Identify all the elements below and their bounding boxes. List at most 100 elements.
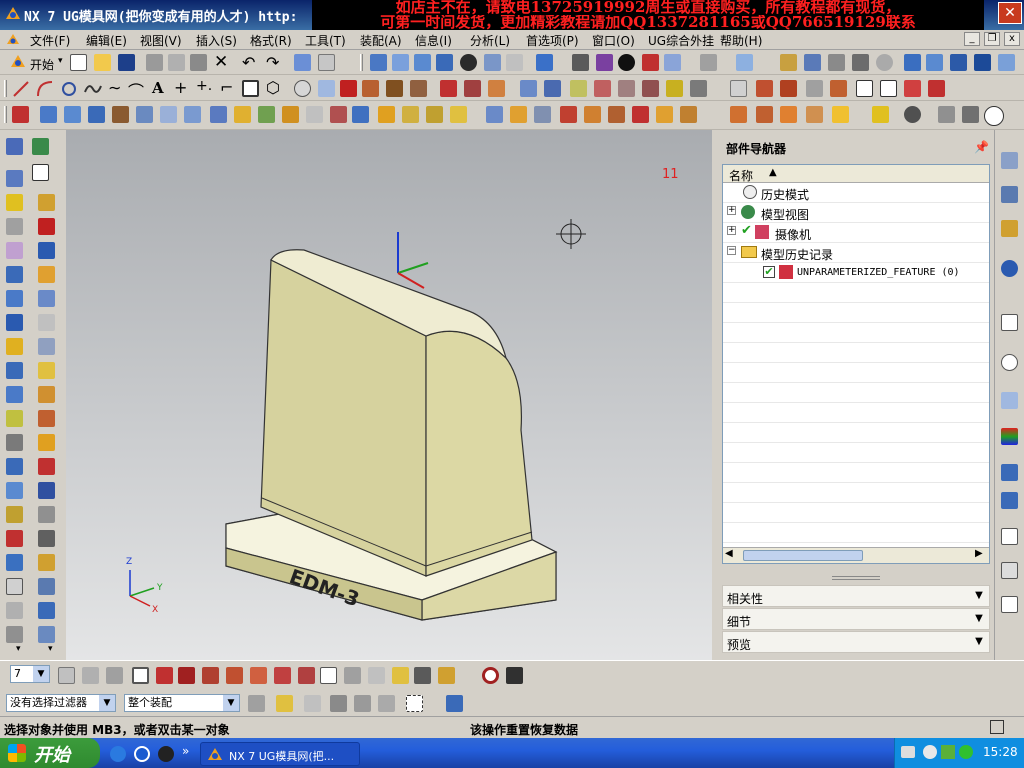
perspective-icon[interactable]: [484, 54, 501, 71]
layer-icon[interactable]: [618, 54, 635, 71]
mirror-feature-icon[interactable]: [510, 106, 527, 123]
through-curves-icon[interactable]: [6, 266, 23, 283]
save-icon[interactable]: [118, 54, 135, 71]
emboss-icon[interactable]: [38, 410, 55, 427]
web-browser-icon[interactable]: [1001, 260, 1018, 277]
snap-toggle-icon[interactable]: [392, 667, 409, 684]
point-on-face-icon[interactable]: [344, 667, 361, 684]
collapse-icon[interactable]: −: [727, 246, 736, 255]
zoom-icon[interactable]: [392, 54, 409, 71]
mesh-icon[interactable]: [6, 290, 23, 307]
paste-icon[interactable]: [190, 54, 207, 71]
clock-icon[interactable]: [984, 106, 1004, 126]
copy-icon[interactable]: [168, 54, 185, 71]
check-geometry-icon[interactable]: [6, 602, 23, 619]
menu-assembly[interactable]: 装配(A): [360, 32, 402, 49]
global-shaping-icon[interactable]: [6, 506, 23, 523]
sweep-icon[interactable]: [88, 106, 105, 123]
quick-extend-icon[interactable]: [904, 80, 921, 97]
constraint-icon[interactable]: [780, 80, 797, 97]
menu-view[interactable]: 视图(V): [140, 32, 182, 49]
name-column-header[interactable]: 名称: [729, 167, 753, 184]
stop-icon[interactable]: [482, 667, 499, 684]
horizontal-scrollbar[interactable]: ◀ ▶: [723, 547, 989, 563]
extract-curve-icon[interactable]: [544, 80, 561, 97]
extrude-icon[interactable]: [40, 106, 57, 123]
system-materials-icon[interactable]: [1001, 392, 1018, 409]
patch-icon[interactable]: [656, 106, 673, 123]
control-point-icon[interactable]: [226, 667, 243, 684]
datum-axis-icon[interactable]: [6, 194, 23, 211]
tree-row-model-views[interactable]: + 模型视图: [723, 203, 989, 223]
datum-plane-icon[interactable]: [6, 170, 23, 187]
scroll-right-icon[interactable]: ▶: [975, 548, 983, 559]
model-view-icon[interactable]: [700, 54, 717, 71]
sphere-tool-icon[interactable]: [38, 266, 55, 283]
menu-format[interactable]: 格式(R): [250, 32, 292, 49]
visible-in-view-icon[interactable]: [82, 667, 99, 684]
n-sided-icon[interactable]: [6, 338, 23, 355]
helix-icon[interactable]: [340, 80, 357, 97]
split-body-icon[interactable]: [560, 106, 577, 123]
move-face-icon[interactable]: [730, 106, 747, 123]
circle-icon[interactable]: [60, 80, 78, 98]
document-icon[interactable]: [1001, 528, 1018, 545]
keyboard-icon[interactable]: [901, 746, 915, 758]
tree-row-unparameterized-feature[interactable]: ✔ UNPARAMETERIZED_FEATURE (0): [723, 263, 989, 283]
profile-icon[interactable]: [856, 80, 873, 97]
flatten-icon[interactable]: [38, 602, 55, 619]
ie-icon[interactable]: [110, 746, 126, 762]
subtract-icon[interactable]: [330, 106, 347, 123]
point-on-curve-icon[interactable]: [156, 667, 173, 684]
toolbar-grip[interactable]: [4, 106, 7, 123]
bounded-plane-icon[interactable]: [6, 386, 23, 403]
end-point-icon[interactable]: [178, 667, 195, 684]
pocket-icon[interactable]: [160, 106, 177, 123]
quick-trim-icon[interactable]: [880, 80, 897, 97]
intersection-point-icon[interactable]: [250, 667, 267, 684]
cylinder-icon[interactable]: [234, 106, 251, 123]
reverse-normal-icon[interactable]: [6, 578, 23, 595]
left-toolbar-more-icon-2[interactable]: ▾: [48, 644, 53, 654]
dependencies-section[interactable]: 相关性 ▼: [722, 585, 990, 607]
stock-icon[interactable]: [38, 506, 55, 523]
conic-icon[interactable]: ⌒: [128, 78, 144, 102]
windows-start-button[interactable]: 开始: [0, 738, 100, 768]
resize-face-icon[interactable]: [756, 106, 773, 123]
slot-icon[interactable]: [38, 362, 55, 379]
arc-icon[interactable]: [36, 80, 54, 98]
extension-icon[interactable]: [6, 410, 23, 427]
preview-section[interactable]: 预览 ▼: [722, 631, 990, 653]
section-view-icon[interactable]: [506, 54, 523, 71]
work-layer-select[interactable]: 7 ▼: [10, 665, 50, 683]
section-icon[interactable]: [6, 626, 23, 643]
chevron-down-icon[interactable]: ▼: [971, 634, 987, 650]
show-hide-icon[interactable]: [664, 54, 681, 71]
body-filter-icon[interactable]: [330, 695, 347, 712]
make-corner-icon[interactable]: [928, 80, 945, 97]
new-file-icon[interactable]: [70, 54, 87, 71]
chevron-down-icon[interactable]: ▼: [99, 695, 115, 711]
spline-icon[interactable]: [84, 80, 102, 98]
synchronous-icon[interactable]: [832, 106, 849, 123]
menu-preferences[interactable]: 首选项(P): [526, 32, 579, 49]
qq-icon[interactable]: [158, 746, 174, 762]
filter-options-icon[interactable]: [506, 667, 523, 684]
label-icon[interactable]: [38, 482, 55, 499]
wireframe-icon[interactable]: [904, 54, 921, 71]
panel-splitter[interactable]: [832, 576, 880, 580]
clip-icon[interactable]: [780, 54, 797, 71]
network-icon[interactable]: [941, 745, 955, 759]
scroll-thumb[interactable]: [743, 550, 863, 561]
curve-length-icon[interactable]: [618, 80, 635, 97]
menu-tools[interactable]: 工具(T): [305, 32, 346, 49]
offset-region-icon[interactable]: [38, 434, 55, 451]
square-icon[interactable]: [32, 164, 49, 181]
redo-icon[interactable]: ↷: [266, 53, 279, 72]
offset-surface-icon[interactable]: [6, 362, 23, 379]
cone-icon[interactable]: [258, 106, 275, 123]
layer-settings-icon[interactable]: [58, 667, 75, 684]
instance-icon[interactable]: [486, 106, 503, 123]
existing-point-icon[interactable]: [320, 667, 337, 684]
snap-icon[interactable]: [736, 54, 753, 71]
